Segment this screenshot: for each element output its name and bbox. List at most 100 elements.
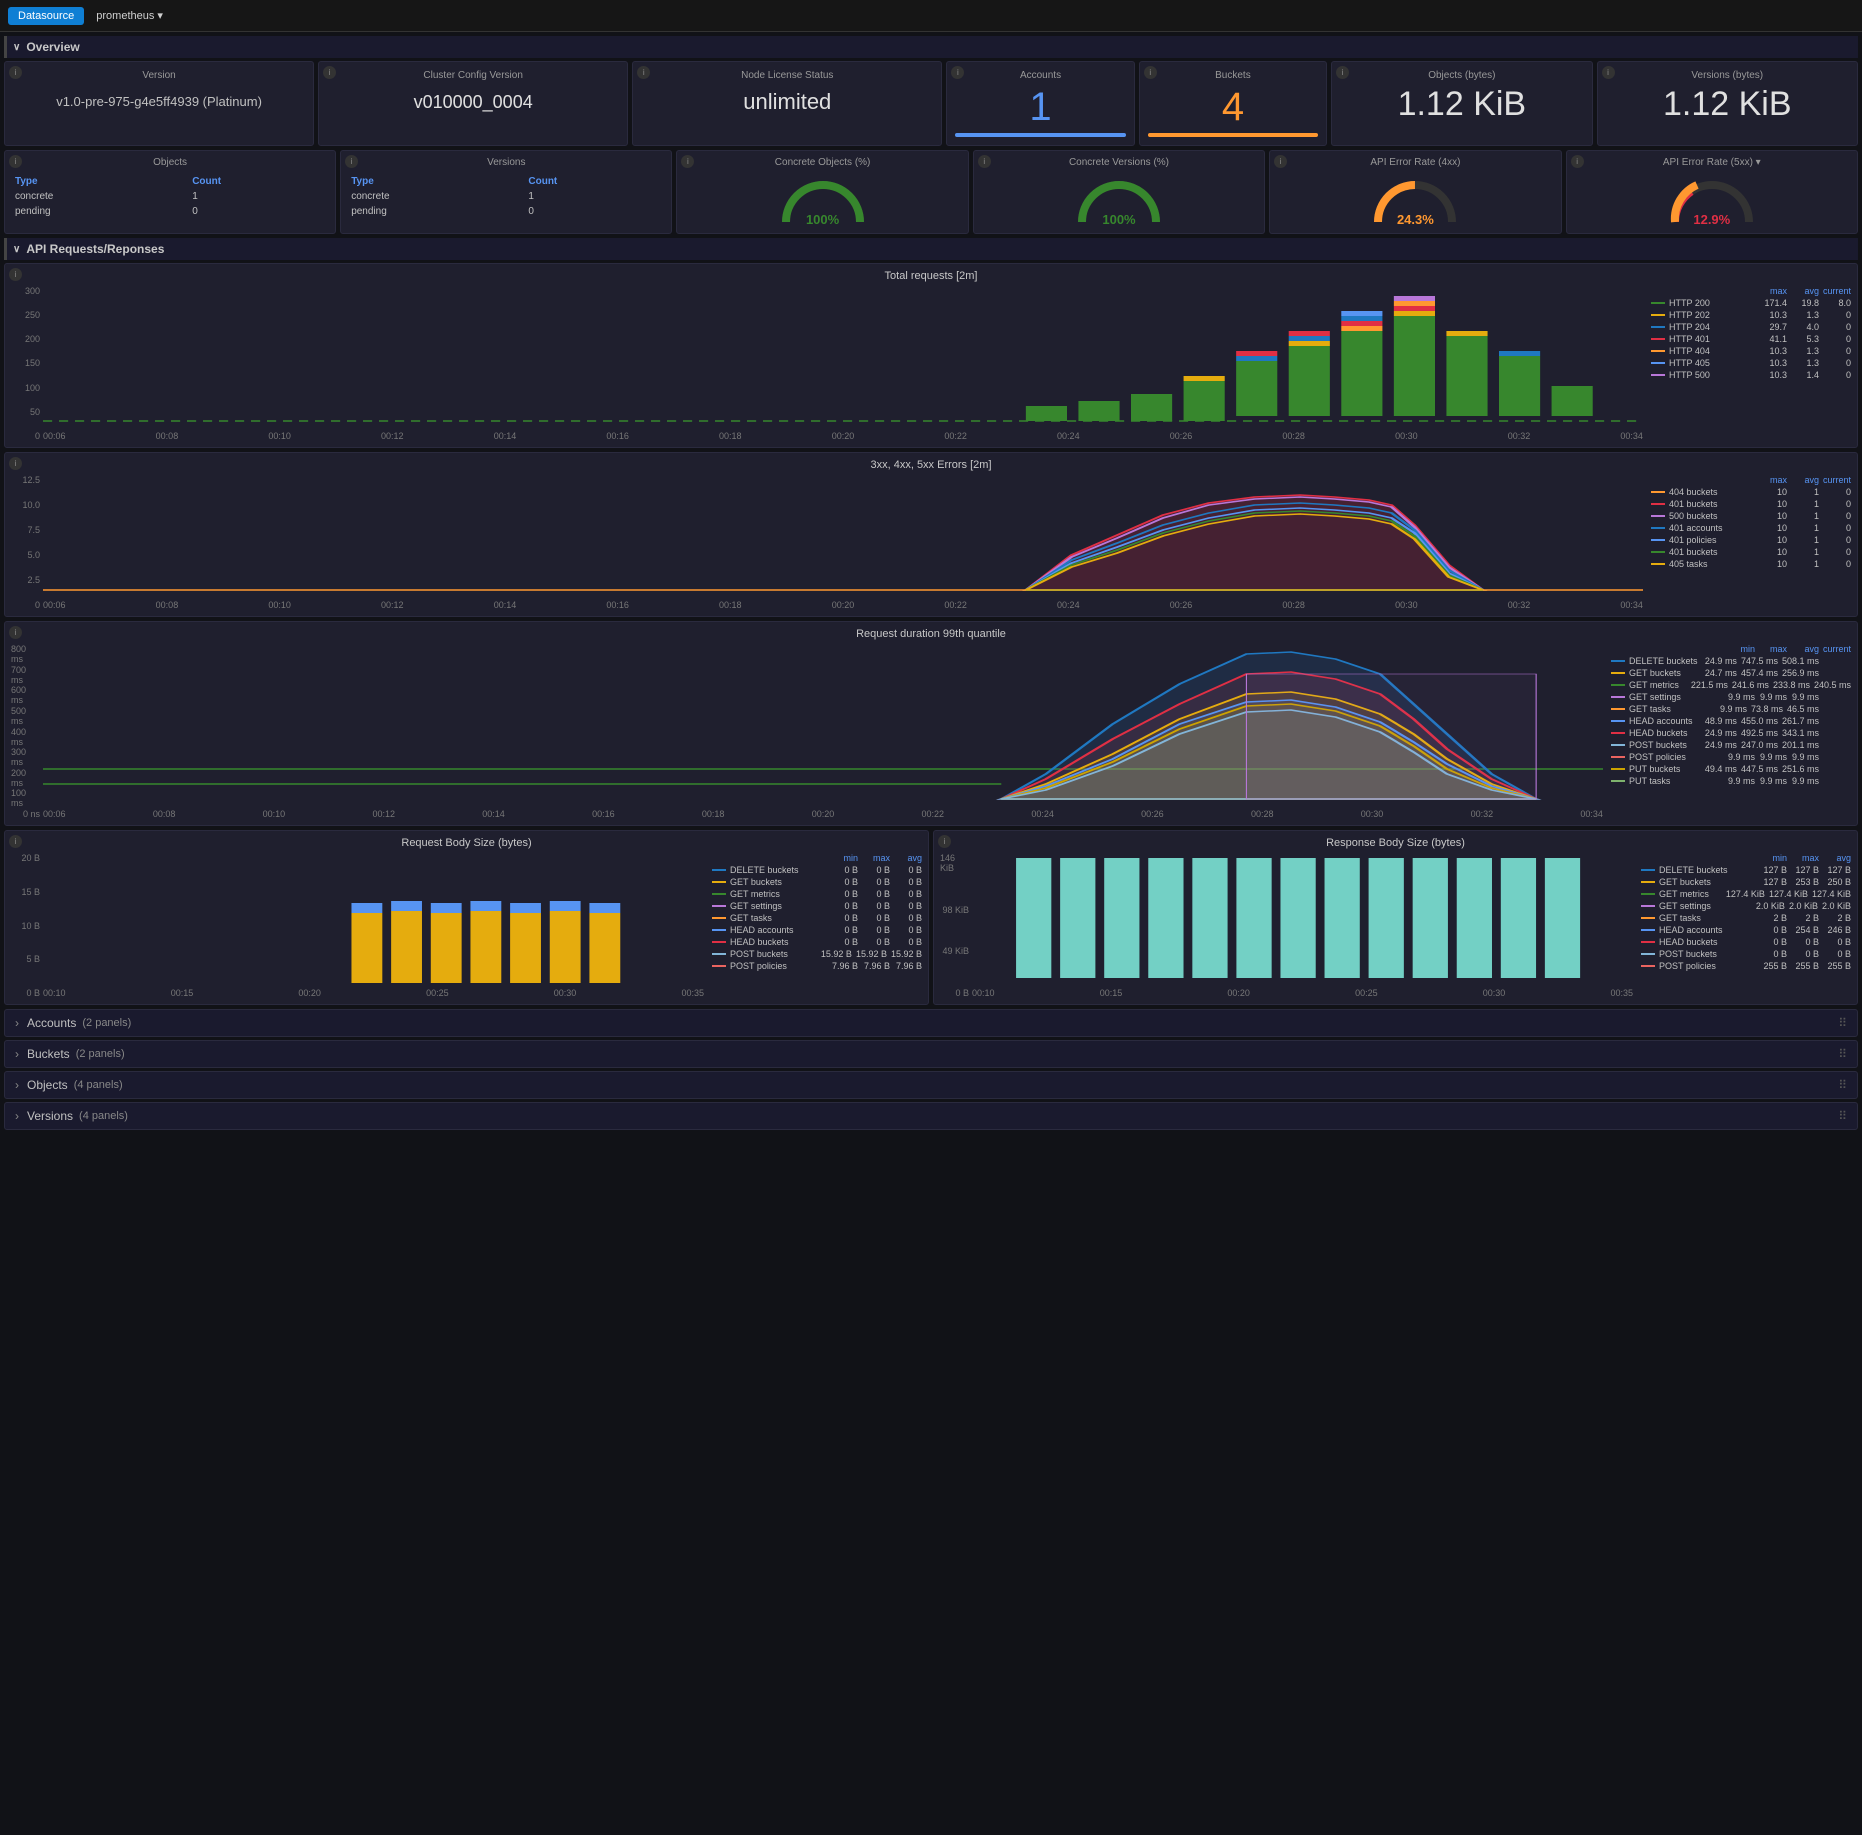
expand-header-accounts[interactable]: › Accounts (2 panels) ⠿	[5, 1010, 1857, 1036]
legend-item: PUT buckets 49.4 ms 447.5 ms 251.6 ms	[1611, 764, 1851, 774]
legend-color	[1641, 965, 1655, 967]
response-body-y-axis: 146 KiB98 KiB49 KiB0 B	[940, 853, 972, 998]
x-axis-label: 00:08	[153, 809, 176, 819]
legend-min: 0 B	[830, 877, 858, 887]
legend-avg: 1	[1791, 535, 1819, 545]
legend-current: 240.5 ms	[1814, 680, 1851, 690]
y-axis-label: 0	[35, 600, 40, 610]
api-error-4xx-gauge: i API Error Rate (4xx) 24.3%	[1269, 150, 1561, 234]
x-axis-label: 00:35	[681, 988, 704, 998]
legend-avg: 508.1 ms	[1782, 656, 1819, 666]
x-axis-label: 00:14	[494, 600, 517, 610]
x-axis-label: 00:12	[381, 431, 404, 441]
request-duration-title: Request duration 99th quantile	[11, 628, 1851, 640]
license-title: Node License Status	[641, 70, 933, 81]
legend-max: 2.0 KiB	[1789, 901, 1818, 911]
legend-avg: 1	[1791, 559, 1819, 569]
legend-color	[1611, 672, 1625, 674]
legend-color	[712, 881, 726, 883]
legend-max: 10	[1759, 511, 1787, 521]
info-icon-17: i	[9, 835, 22, 848]
legend-min: 24.9 ms	[1705, 656, 1737, 666]
api-error-5xx-gauge: i API Error Rate (5xx) ▾ 12.9%	[1566, 150, 1858, 234]
legend-color	[1611, 660, 1625, 662]
y-axis-label: 50	[30, 407, 40, 417]
main-content: ∨ Overview i Version v1.0-pre-975-g4e5ff…	[0, 32, 1862, 1835]
legend-avg: 4.0	[1791, 322, 1819, 332]
errors-y-axis: 12.510.07.55.02.50	[11, 475, 43, 610]
drag-icon: ⠿	[1838, 1109, 1847, 1123]
top-bar: Datasource prometheus ▾	[0, 0, 1862, 32]
legend-label: POST policies	[1659, 961, 1716, 971]
legend-color	[1611, 744, 1625, 746]
legend-max: 455.0 ms	[1741, 716, 1778, 726]
legend-color	[1641, 929, 1655, 931]
errors-content: 12.510.07.55.02.50 00:0600:0800:1000:120…	[11, 475, 1851, 610]
version-panel: i Version v1.0-pre-975-g4e5ff4939 (Plati…	[4, 61, 314, 146]
y-axis-label: 0 B	[26, 988, 40, 998]
legend-max: 41.1	[1759, 334, 1787, 344]
legend-avg: 1	[1791, 487, 1819, 497]
drag-icon: ⠿	[1838, 1047, 1847, 1061]
cluster-config-value: v010000_0004	[327, 87, 619, 111]
request-duration-y-axis: 800 ms700 ms600 ms500 ms400 ms300 ms200 …	[11, 644, 43, 819]
overview-label: Overview	[26, 40, 79, 54]
versions-col-count: Count	[524, 174, 665, 189]
expand-header-versions[interactable]: › Versions (4 panels) ⠿	[5, 1103, 1857, 1129]
api-error-4xx-gauge-visual: 24.3%	[1370, 172, 1460, 227]
api-error-5xx-gauge-visual: 12.9%	[1667, 172, 1757, 227]
response-body-title: Response Body Size (bytes)	[940, 837, 1851, 849]
versions-bytes-panel: i Versions (bytes) 1.12 KiB	[1597, 61, 1858, 146]
expand-header-buckets[interactable]: › Buckets (2 panels) ⠿	[5, 1041, 1857, 1067]
legend-item: HEAD buckets 0 B 0 B 0 B	[1641, 937, 1851, 947]
legend-label: HEAD accounts	[730, 925, 794, 935]
legend-label: HEAD accounts	[1659, 925, 1723, 935]
y-axis-label: 200 ms	[11, 768, 40, 788]
legend-max: 29.7	[1759, 322, 1787, 332]
info-icon-13: i	[1571, 155, 1584, 168]
legend-avg: 1.4	[1791, 370, 1819, 380]
x-axis-label: 00:06	[43, 600, 66, 610]
legend-label: POST buckets	[1629, 740, 1687, 750]
section-label: Versions	[27, 1109, 73, 1123]
api-section-header[interactable]: ∨ API Requests/Reponses	[4, 238, 1858, 260]
datasource-tab[interactable]: Datasource	[8, 7, 84, 25]
legend-avg: 251.6 ms	[1782, 764, 1819, 774]
legend-avg: 127 B	[1823, 865, 1851, 875]
legend-color	[712, 905, 726, 907]
info-icon-16: i	[9, 626, 22, 639]
x-axis-label: 00:12	[381, 600, 404, 610]
legend-color	[1641, 881, 1655, 883]
legend-min: 0 B	[830, 925, 858, 935]
api-error-5xx-value: 12.9%	[1667, 212, 1757, 227]
legend-label: GET tasks	[1659, 913, 1701, 923]
legend-item: HTTP 200 171.4 19.8 8.0	[1651, 298, 1851, 308]
legend-max: 15.92 B	[856, 949, 887, 959]
objects-bytes-title: Objects (bytes)	[1340, 70, 1583, 81]
expand-header-objects[interactable]: › Objects (4 panels) ⠿	[5, 1072, 1857, 1098]
legend-color	[1611, 684, 1625, 686]
request-body-y-axis: 20 B15 B10 B5 B0 B	[11, 853, 43, 998]
overview-section-header[interactable]: ∨ Overview	[4, 36, 1858, 58]
legend-min: 221.5 ms	[1691, 680, 1728, 690]
legend-color	[1641, 893, 1655, 895]
accounts-panel: i Accounts 1	[946, 61, 1134, 146]
legend-item: PUT tasks 9.9 ms 9.9 ms 9.9 ms	[1611, 776, 1851, 786]
legend-item: GET metrics 0 B 0 B 0 B	[712, 889, 922, 899]
objects-col-count: Count	[188, 174, 329, 189]
datasource-selector[interactable]: prometheus ▾	[96, 9, 163, 22]
total-requests-legend: max avg current HTTP 200 171.4 19.8 8.0 …	[1651, 286, 1851, 441]
legend-max: 492.5 ms	[1741, 728, 1778, 738]
legend-current: 0	[1823, 499, 1851, 509]
legend-item: 401 policies 10 1 0	[1651, 535, 1851, 545]
legend-max: 0 B	[862, 865, 890, 875]
errors-chart-area: 00:0600:0800:1000:1200:1400:1600:1800:20…	[43, 475, 1643, 610]
legend-max: 10.3	[1759, 358, 1787, 368]
legend-max: 253 B	[1791, 877, 1819, 887]
x-axis-label: 00:22	[944, 431, 967, 441]
legend-max: 255 B	[1791, 961, 1819, 971]
total-requests-x-axis: 00:0600:0800:1000:1200:1400:1600:1800:20…	[43, 429, 1643, 441]
api-section-label: API Requests/Reponses	[26, 242, 164, 256]
y-axis-label: 700 ms	[11, 665, 40, 685]
x-axis-label: 00:32	[1471, 809, 1494, 819]
